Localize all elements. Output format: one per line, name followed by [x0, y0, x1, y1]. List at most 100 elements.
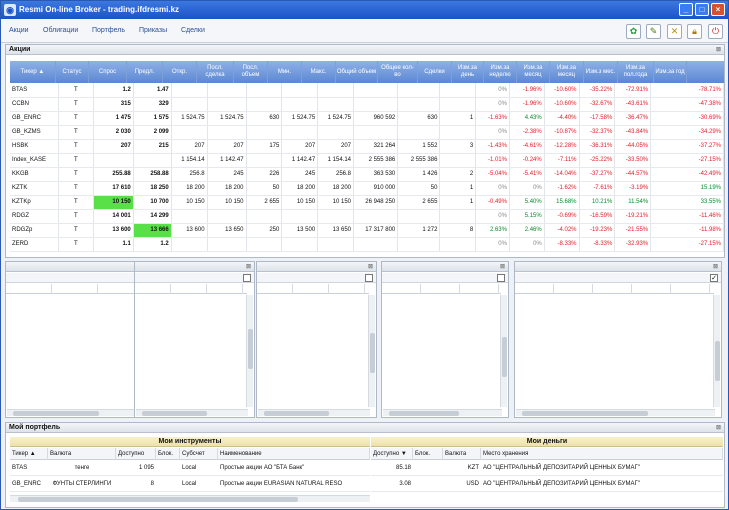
- order-book-row[interactable]: [382, 296, 501, 304]
- column-header[interactable]: Макс.: [302, 61, 336, 83]
- table-row[interactable]: 85.18 KZT АО "ЦЕНТРАЛЬНЫЙ ДЕПОЗИТАРИЙ ЦЕНН…: [371, 461, 723, 476]
- order-book-vscrollbar[interactable]: [368, 295, 375, 407]
- table-row[interactable]: GB_ENRC ФУНТЫ СТЕРЛИНГИ 8 Local Простые акци…: [10, 477, 370, 492]
- order-book-row[interactable]: [382, 391, 501, 399]
- order-book-hscrollbar[interactable]: [7, 409, 149, 416]
- column-header[interactable]: [593, 284, 632, 294]
- order-book-row[interactable]: [6, 399, 148, 407]
- order-book-row[interactable]: [6, 348, 148, 356]
- order-book-vscrollbar[interactable]: [713, 295, 720, 407]
- order-book-row[interactable]: [135, 373, 247, 381]
- order-book-row[interactable]: [135, 330, 247, 338]
- column-header[interactable]: [293, 284, 329, 294]
- table-row[interactable]: KKGB T 255.88 258.88 256.8 245 226 245 256.8 363 …: [10, 167, 724, 182]
- order-book-row[interactable]: [6, 339, 148, 347]
- edit-icon[interactable]: ✎: [646, 24, 661, 39]
- column-header[interactable]: Статус: [56, 61, 89, 83]
- order-book-row[interactable]: [257, 339, 369, 347]
- column-header[interactable]: Спрос: [89, 61, 127, 83]
- column-header[interactable]: Место хранения: [481, 448, 723, 460]
- order-book-row[interactable]: [135, 322, 247, 330]
- column-header[interactable]: Изм.за месяц: [550, 61, 584, 83]
- order-book-row[interactable]: [382, 399, 501, 407]
- order-book-row[interactable]: [135, 356, 247, 364]
- column-header[interactable]: Изм.за пол.года: [618, 61, 654, 83]
- column-header[interactable]: Изм.за неделю: [484, 61, 517, 83]
- order-book-checkbox[interactable]: [243, 274, 251, 282]
- column-header[interactable]: Блок.: [156, 448, 180, 460]
- column-header[interactable]: Тикер ▲: [10, 448, 48, 460]
- menu-deals[interactable]: Сделки: [181, 27, 205, 34]
- column-header[interactable]: Субсчет: [180, 448, 218, 460]
- column-header[interactable]: [329, 284, 365, 294]
- order-book-row[interactable]: [135, 391, 247, 399]
- order-book-row[interactable]: [135, 296, 247, 304]
- order-book-hscrollbar[interactable]: [258, 409, 370, 416]
- column-header[interactable]: [171, 284, 207, 294]
- order-book-row[interactable]: [257, 296, 369, 304]
- minimize-button[interactable]: _: [679, 3, 693, 16]
- column-header[interactable]: Блок.: [413, 448, 443, 460]
- column-header[interactable]: Общее кол-во: [378, 61, 418, 83]
- close-window-button[interactable]: ×: [711, 3, 725, 16]
- table-row[interactable]: KZTKp T 10 150 10 700 10 150 10 150 2 655 10 15…: [10, 195, 724, 210]
- column-header[interactable]: [135, 284, 171, 294]
- order-book-row[interactable]: [382, 330, 501, 338]
- order-book-row[interactable]: [382, 339, 501, 347]
- table-row[interactable]: KZTK T 17 610 18 250 18 200 18 200 50 18 200 18 …: [10, 181, 724, 196]
- order-book-row[interactable]: [515, 399, 714, 407]
- column-header[interactable]: [632, 284, 671, 294]
- order-book-hscrollbar[interactable]: [516, 409, 715, 416]
- table-row[interactable]: RDGZp T 13 600 13 666 13 600 13 650 250 13 500 1…: [10, 223, 724, 238]
- order-book-row[interactable]: [515, 365, 714, 373]
- order-book-row[interactable]: [382, 348, 501, 356]
- order-book-vscrollbar[interactable]: [246, 295, 253, 407]
- order-book-checkbox[interactable]: [365, 274, 373, 282]
- table-row[interactable]: Index_KASE T 1 154.14 1 142.47 1 142.47 1 154…: [10, 153, 724, 168]
- order-book-row[interactable]: [382, 322, 501, 330]
- order-book-row[interactable]: [6, 365, 148, 373]
- column-header[interactable]: Предл.: [127, 61, 163, 83]
- order-book-row[interactable]: [6, 330, 148, 338]
- order-book-row[interactable]: [6, 296, 148, 304]
- order-book-row[interactable]: [257, 382, 369, 390]
- order-book-checkbox[interactable]: [497, 274, 505, 282]
- order-book-row[interactable]: [382, 305, 501, 313]
- column-header[interactable]: Наименование: [218, 448, 370, 460]
- instruments-hscrollbar[interactable]: [10, 495, 370, 502]
- column-header[interactable]: Валюта: [48, 448, 116, 460]
- order-book-row[interactable]: [257, 373, 369, 381]
- column-header[interactable]: [554, 284, 593, 294]
- order-book-row[interactable]: [6, 322, 148, 330]
- power-icon[interactable]: ⏻: [708, 24, 723, 39]
- column-header[interactable]: Общий объем: [336, 61, 378, 83]
- column-header[interactable]: Посл. сделка: [197, 61, 234, 83]
- column-header[interactable]: Тикер ▲: [10, 61, 56, 83]
- menu-portfolio[interactable]: Портфель: [92, 27, 125, 34]
- column-header[interactable]: Откр.: [163, 61, 197, 83]
- column-header[interactable]: Доступно ▼: [371, 448, 413, 460]
- table-row[interactable]: BTAS тенге 1 095 Local Простые акции АО "БТА…: [10, 461, 370, 476]
- table-row[interactable]: ZERD T 1.1 1.2 0% 0% -8.33% -8.33% -32.93% -27.15…: [10, 237, 724, 252]
- column-header[interactable]: Доступно: [116, 448, 156, 460]
- lock-icon[interactable]: 🔒︎: [687, 24, 702, 39]
- order-book-row[interactable]: [382, 365, 501, 373]
- order-book-row[interactable]: [6, 305, 148, 313]
- panel-close-icon[interactable]: ⊠: [716, 423, 721, 433]
- order-book-row[interactable]: [515, 339, 714, 347]
- order-book-row[interactable]: [135, 382, 247, 390]
- column-header[interactable]: Посл. объем: [234, 61, 268, 83]
- order-book-hscrollbar[interactable]: [383, 409, 502, 416]
- panel-close-icon[interactable]: ⊠: [500, 262, 505, 272]
- table-row[interactable]: BTAS T 1.2 1.47 0% -1.96% -10.60% -35.22% -72.91…: [10, 83, 724, 98]
- order-book-row[interactable]: [515, 382, 714, 390]
- menu-bonds[interactable]: Облигации: [43, 27, 78, 34]
- order-book-row[interactable]: [257, 356, 369, 364]
- order-book-row[interactable]: [515, 348, 714, 356]
- order-book-hscrollbar[interactable]: [136, 409, 248, 416]
- table-row[interactable]: CCBN T 315 329 0% -1.96% -10.60% -32.67% -43.61%…: [10, 97, 724, 112]
- panel-close-icon[interactable]: ⊠: [368, 262, 373, 272]
- column-header[interactable]: [421, 284, 460, 294]
- menu-stocks[interactable]: Акции: [9, 27, 29, 34]
- panel-close-icon[interactable]: ⊠: [246, 262, 251, 272]
